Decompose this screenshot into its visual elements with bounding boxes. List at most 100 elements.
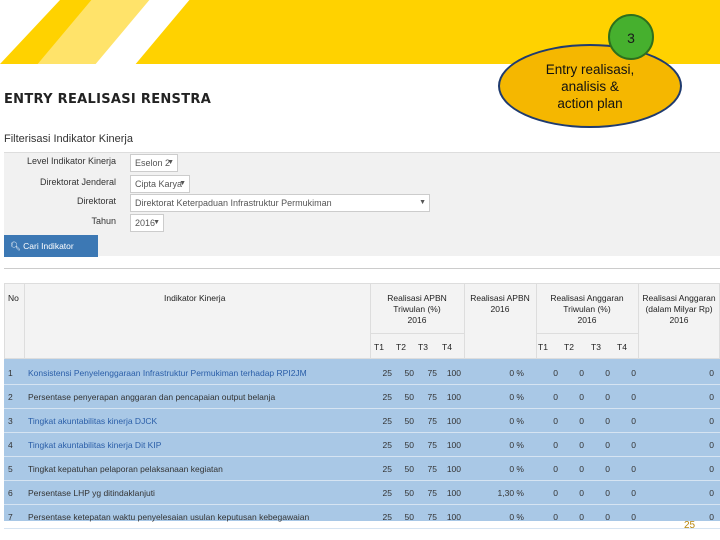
header-line: Realisasi Anggaran bbox=[642, 293, 716, 303]
realisasi-apbn-value: 1,30 % bbox=[497, 488, 524, 498]
col-a3: T3 bbox=[591, 342, 601, 352]
row-number: 6 bbox=[8, 488, 13, 498]
target-value: 75 bbox=[427, 368, 437, 378]
table-row[interactable]: 1 Konsistensi Penyelenggaraan Infrastrukt… bbox=[4, 361, 720, 385]
indikator-link[interactable]: Tingkat akuntabilitas kinerja DJCK bbox=[28, 416, 157, 426]
dirjen-select[interactable]: Cipta Karya ▼ bbox=[130, 175, 190, 193]
anggaran-value: 0 bbox=[579, 392, 584, 402]
col-realisasi-anggaran-triwulan: Realisasi Anggaran Triwulan (%) 2016 bbox=[536, 293, 638, 326]
row-number: 1 bbox=[8, 368, 13, 378]
target-value: 100 bbox=[446, 440, 461, 450]
anggaran-value: 0 bbox=[631, 512, 636, 522]
anggaran-rp-value: 0 bbox=[709, 368, 714, 378]
header-line: Realisasi Anggaran bbox=[550, 293, 624, 303]
target-value: 100 bbox=[446, 512, 461, 522]
target-value: 75 bbox=[427, 416, 437, 426]
target-value: 50 bbox=[404, 368, 414, 378]
page-title: ENTRY REALISASI RENSTRA bbox=[4, 92, 212, 107]
realisasi-apbn-value: 0 % bbox=[509, 464, 524, 474]
table-row[interactable]: 7 Persentase ketepatan waktu penyelesaian… bbox=[4, 505, 720, 529]
col-a1: T1 bbox=[538, 342, 548, 352]
callout-line: Entry realisasi, bbox=[545, 62, 635, 77]
table-row[interactable]: 6 Persentase LHP yg ditindaklanjuti 25 50 75… bbox=[4, 481, 720, 505]
callout-bubble: Entry realisasi, analisis & action plan bbox=[498, 44, 682, 128]
anggaran-value: 0 bbox=[553, 368, 558, 378]
realisasi-apbn-value: 0 % bbox=[509, 392, 524, 402]
chevron-down-icon: ▼ bbox=[179, 180, 186, 187]
table-row[interactable]: 4 Tingkat akuntabilitas kinerja Dit KIP 25… bbox=[4, 433, 720, 457]
target-value: 50 bbox=[404, 392, 414, 402]
table-row[interactable]: 5 Tingkat kepatuhan pelaporan pelaksanaan… bbox=[4, 457, 720, 481]
target-value: 50 bbox=[404, 512, 414, 522]
col-indikator: Indikator Kinerja bbox=[164, 293, 226, 303]
target-value: 100 bbox=[446, 464, 461, 474]
target-value: 25 bbox=[382, 392, 392, 402]
anggaran-value: 0 bbox=[631, 488, 636, 498]
anggaran-value: 0 bbox=[553, 392, 558, 402]
target-value: 100 bbox=[446, 416, 461, 426]
step-badge: 3 bbox=[608, 14, 654, 60]
indikator-text: Persentase penyerapan anggaran dan penca… bbox=[28, 392, 276, 402]
header-line: 2016 bbox=[407, 315, 427, 325]
target-value: 75 bbox=[427, 392, 437, 402]
header-line: 2016 bbox=[577, 315, 597, 325]
indikator-link[interactable]: Tingkat akuntabilitas kinerja Dit KIP bbox=[28, 440, 161, 450]
target-value: 25 bbox=[382, 440, 392, 450]
row-number: 5 bbox=[8, 464, 13, 474]
anggaran-value: 0 bbox=[579, 368, 584, 378]
anggaran-rp-value: 0 bbox=[709, 512, 714, 522]
target-value: 100 bbox=[446, 392, 461, 402]
indikator-text: Persentase ketepatan waktu penyelesaian … bbox=[28, 512, 310, 522]
indikator-table: No Indikator Kinerja Realisasi APBN Triw… bbox=[4, 268, 720, 529]
anggaran-value: 0 bbox=[553, 440, 558, 450]
target-value: 25 bbox=[382, 416, 392, 426]
target-value: 50 bbox=[404, 440, 414, 450]
col-realisasi-apbn-triwulan: Realisasi APBN Triwulan (%) 2016 bbox=[370, 293, 464, 326]
callout-line: action plan bbox=[557, 96, 623, 111]
header-line: Triwulan (%) bbox=[563, 304, 611, 314]
anggaran-value: 0 bbox=[553, 464, 558, 474]
anggaran-value: 0 bbox=[605, 464, 610, 474]
indikator-text: Tingkat kepatuhan pelaporan pelaksanaan … bbox=[28, 464, 223, 474]
target-value: 25 bbox=[382, 464, 392, 474]
target-value: 100 bbox=[446, 488, 461, 498]
anggaran-value: 0 bbox=[631, 440, 636, 450]
table-body: 1 Konsistensi Penyelenggaraan Infrastrukt… bbox=[4, 359, 720, 529]
level-select[interactable]: Eselon 2 ▼ bbox=[130, 154, 178, 172]
indikator-link[interactable]: Konsistensi Penyelenggaraan Infrastruktu… bbox=[28, 368, 307, 378]
tahun-select-value: 2016 bbox=[135, 218, 156, 228]
target-value: 75 bbox=[427, 464, 437, 474]
col-realisasi-anggaran: Realisasi Anggaran (dalam Milyar Rp) 201… bbox=[638, 293, 720, 326]
target-value: 50 bbox=[404, 464, 414, 474]
anggaran-value: 0 bbox=[579, 440, 584, 450]
anggaran-rp-value: 0 bbox=[709, 416, 714, 426]
col-t2: T2 bbox=[396, 342, 406, 352]
header-line: 2016 bbox=[669, 315, 689, 325]
table-row[interactable]: 2 Persentase penyerapan anggaran dan penc… bbox=[4, 385, 720, 409]
tahun-select[interactable]: 2016 ▼ bbox=[130, 214, 164, 232]
direktorat-select[interactable]: Direktorat Keterpaduan Infrastruktur Per… bbox=[130, 194, 430, 212]
target-value: 100 bbox=[446, 368, 461, 378]
anggaran-value: 0 bbox=[631, 416, 636, 426]
table-row[interactable]: 3 Tingkat akuntabilitas kinerja DJCK 25 50 7… bbox=[4, 409, 720, 433]
header-line: 2016 bbox=[490, 304, 510, 314]
page-number: 25 bbox=[684, 520, 696, 531]
header-line: Realisasi APBN bbox=[387, 293, 447, 303]
anggaran-value: 0 bbox=[579, 488, 584, 498]
filter-label-direktorat: Direktorat bbox=[76, 196, 116, 206]
search-button[interactable]: 🔍︎ Cari Indikator Kinerja bbox=[4, 235, 98, 273]
target-value: 25 bbox=[382, 368, 392, 378]
header-line: Triwulan (%) bbox=[393, 304, 441, 314]
filter-title: Filterisasi Indikator Kinerja bbox=[4, 133, 133, 145]
anggaran-value: 0 bbox=[553, 416, 558, 426]
col-t3: T3 bbox=[418, 342, 428, 352]
direktorat-select-value: Direktorat Keterpaduan Infrastruktur Per… bbox=[135, 198, 332, 208]
header-line: Realisasi APBN bbox=[470, 293, 530, 303]
filter-label-dirjen: Direktorat Jenderal bbox=[39, 177, 116, 187]
anggaran-value: 0 bbox=[579, 416, 584, 426]
row-number: 3 bbox=[8, 416, 13, 426]
header-line: (dalam Milyar Rp) bbox=[645, 304, 713, 314]
realisasi-apbn-value: 0 % bbox=[509, 512, 524, 522]
chevron-down-icon: ▼ bbox=[153, 219, 160, 226]
col-t1: T1 bbox=[374, 342, 384, 352]
